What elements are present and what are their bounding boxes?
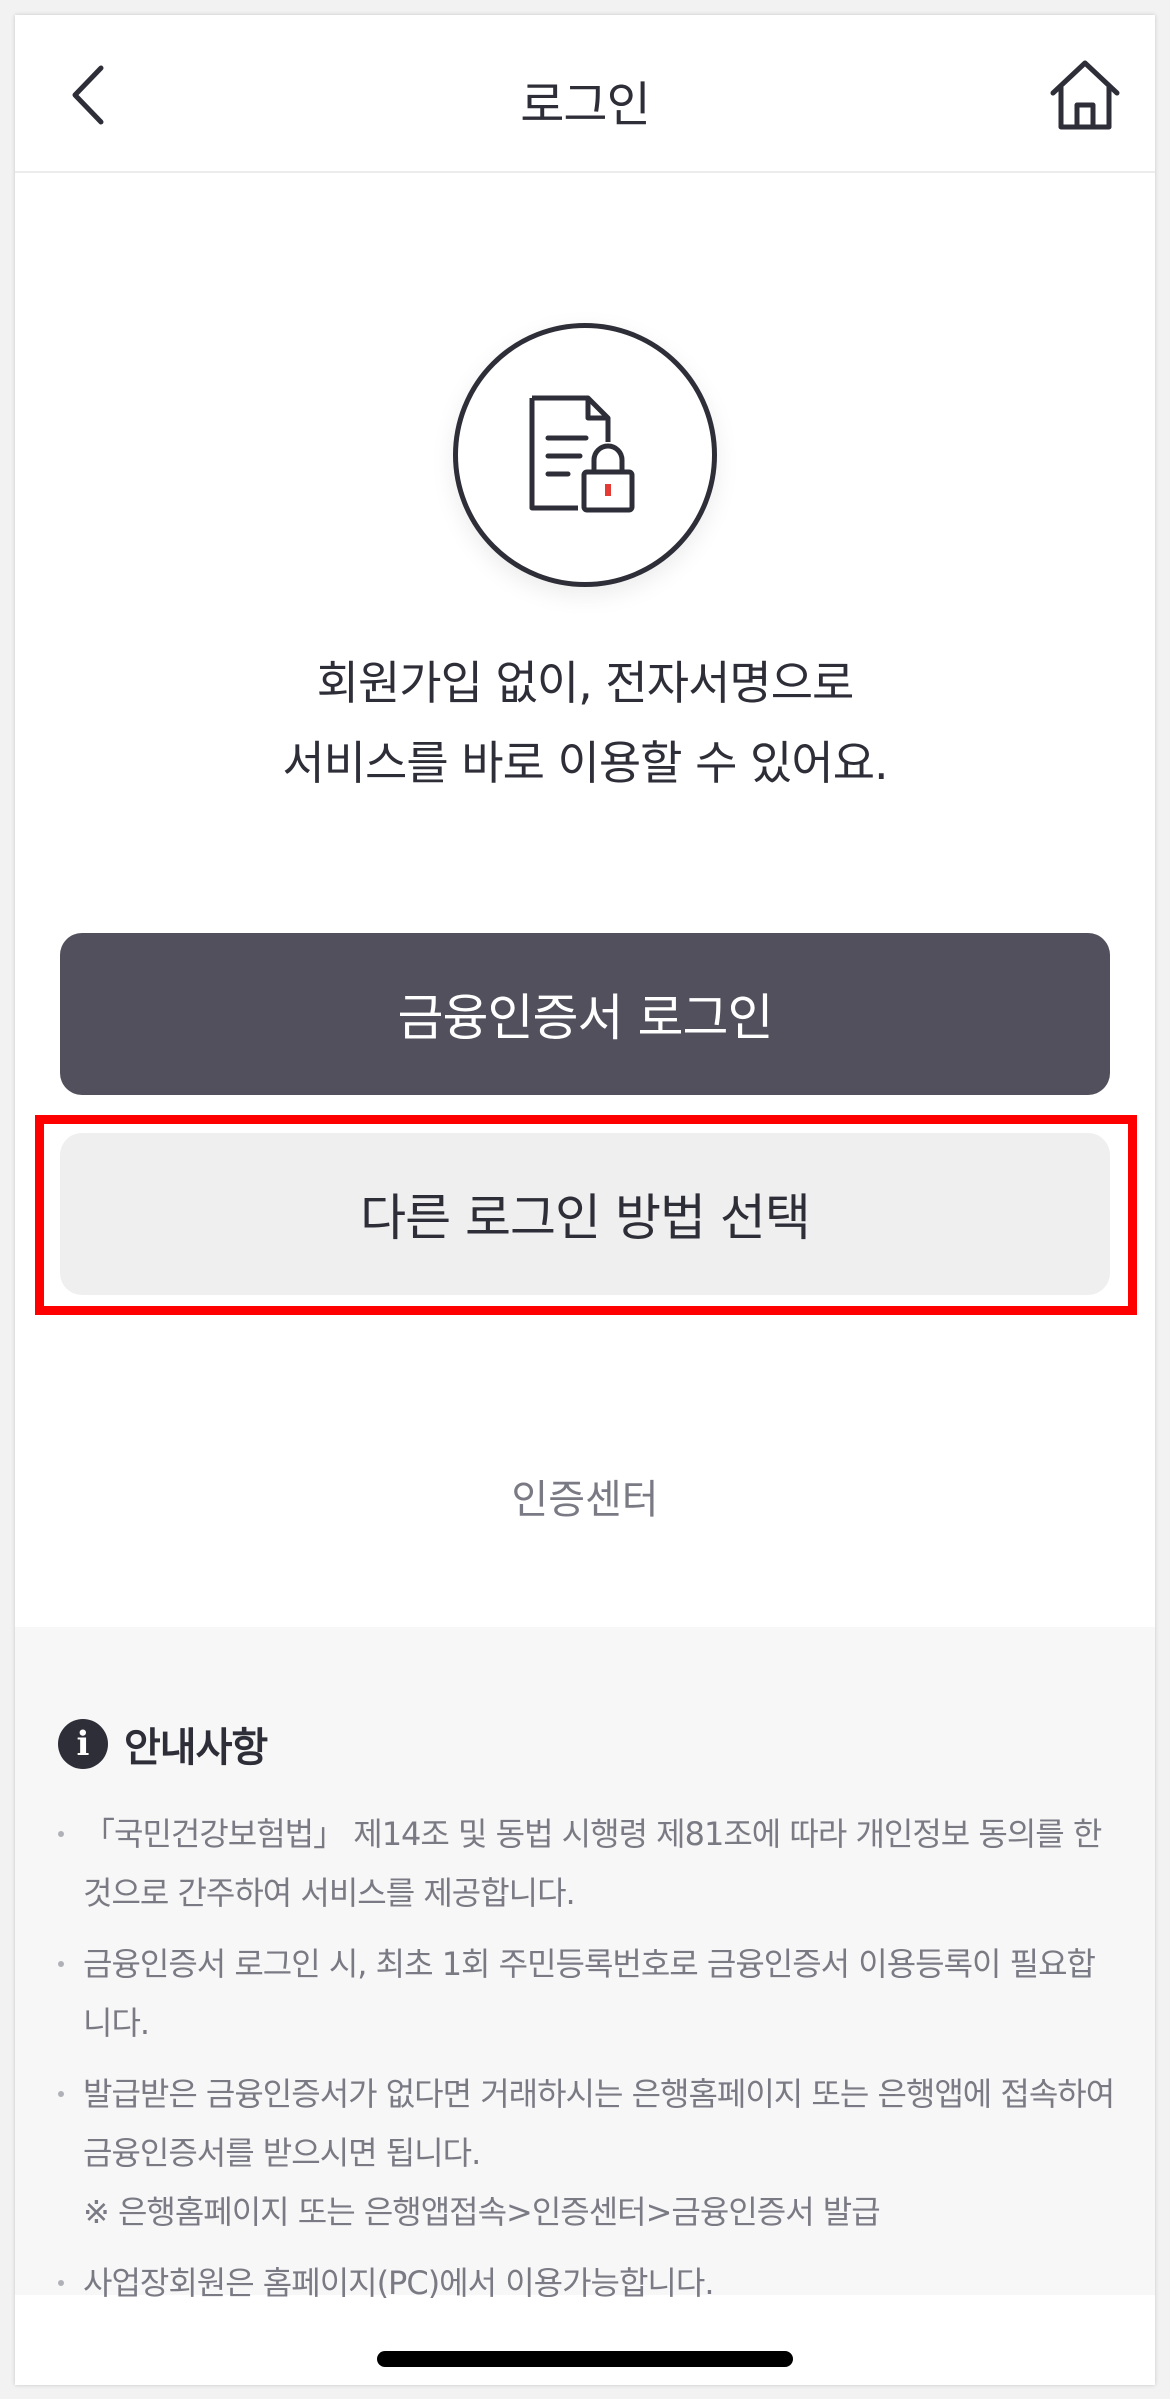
document-lock-icon bbox=[529, 395, 635, 513]
bullet-icon bbox=[58, 2091, 64, 2097]
bullet-icon bbox=[58, 1961, 64, 1967]
notice-item: 사업장회원은 홈페이지(PC)에서 이용가능합니다. bbox=[58, 2254, 1118, 2313]
bullet-icon bbox=[58, 2280, 64, 2286]
notice-item-text: 금융인증서 로그인 시, 최초 1회 주민등록번호로 금융인증서 이용등록이 필… bbox=[83, 1945, 1096, 2042]
notice-section: i 안내사항 「국민건강보험법」 제14조 및 동법 시행령 제81조에 따라 … bbox=[15, 1627, 1155, 2302]
app-frame: 로그인 회원가입 없이, 전자서명으로 서비스를 바로 이용할 수 있어요. 금… bbox=[15, 15, 1155, 2385]
other-login-method-button[interactable]: 다른 로그인 방법 선택 bbox=[60, 1133, 1110, 1295]
header: 로그인 bbox=[15, 15, 1155, 173]
hero-message: 회원가입 없이, 전자서명으로 서비스를 바로 이용할 수 있어요. bbox=[15, 643, 1155, 803]
home-indicator[interactable] bbox=[377, 2351, 793, 2367]
hero-badge bbox=[453, 323, 717, 587]
home-button[interactable] bbox=[1045, 55, 1125, 135]
notice-item-text: 사업장회원은 홈페이지(PC)에서 이용가능합니다. bbox=[83, 2264, 714, 2302]
notice-title: 안내사항 bbox=[124, 1725, 268, 1771]
notice-item-subtext: ※ 은행홈페이지 또는 은행앱접속>인증센터>금융인증서 발급 bbox=[83, 2193, 881, 2231]
notice-item-text: 「국민건강보험법」 제14조 및 동법 시행령 제81조에 따라 개인정보 동의… bbox=[83, 1815, 1102, 1912]
hero-line-1: 회원가입 없이, 전자서명으로 bbox=[316, 656, 855, 710]
notice-list: 「국민건강보험법」 제14조 및 동법 시행령 제81조에 따라 개인정보 동의… bbox=[58, 1805, 1118, 2325]
bullet-icon bbox=[58, 1831, 64, 1837]
notice-item-text: 발급받은 금융인증서가 없다면 거래하시는 은행홈페이지 또는 은행앱에 접속하… bbox=[83, 2075, 1115, 2172]
notice-item: 금융인증서 로그인 시, 최초 1회 주민등록번호로 금융인증서 이용등록이 필… bbox=[58, 1935, 1118, 2053]
hero-line-2: 서비스를 바로 이용할 수 있어요. bbox=[282, 736, 888, 790]
info-icon: i bbox=[58, 1719, 108, 1769]
notice-item: 「국민건강보험법」 제14조 및 동법 시행령 제81조에 따라 개인정보 동의… bbox=[58, 1805, 1118, 1923]
page-title: 로그인 bbox=[520, 77, 650, 133]
notice-item: 발급받은 금융인증서가 없다면 거래하시는 은행홈페이지 또는 은행앱에 접속하… bbox=[58, 2065, 1118, 2242]
cert-center-link[interactable]: 인증센터 bbox=[15, 1467, 1155, 1525]
notice-header: i 안내사항 bbox=[58, 1715, 268, 1773]
home-icon bbox=[1050, 60, 1120, 130]
financial-cert-login-button[interactable]: 금융인증서 로그인 bbox=[60, 933, 1110, 1095]
